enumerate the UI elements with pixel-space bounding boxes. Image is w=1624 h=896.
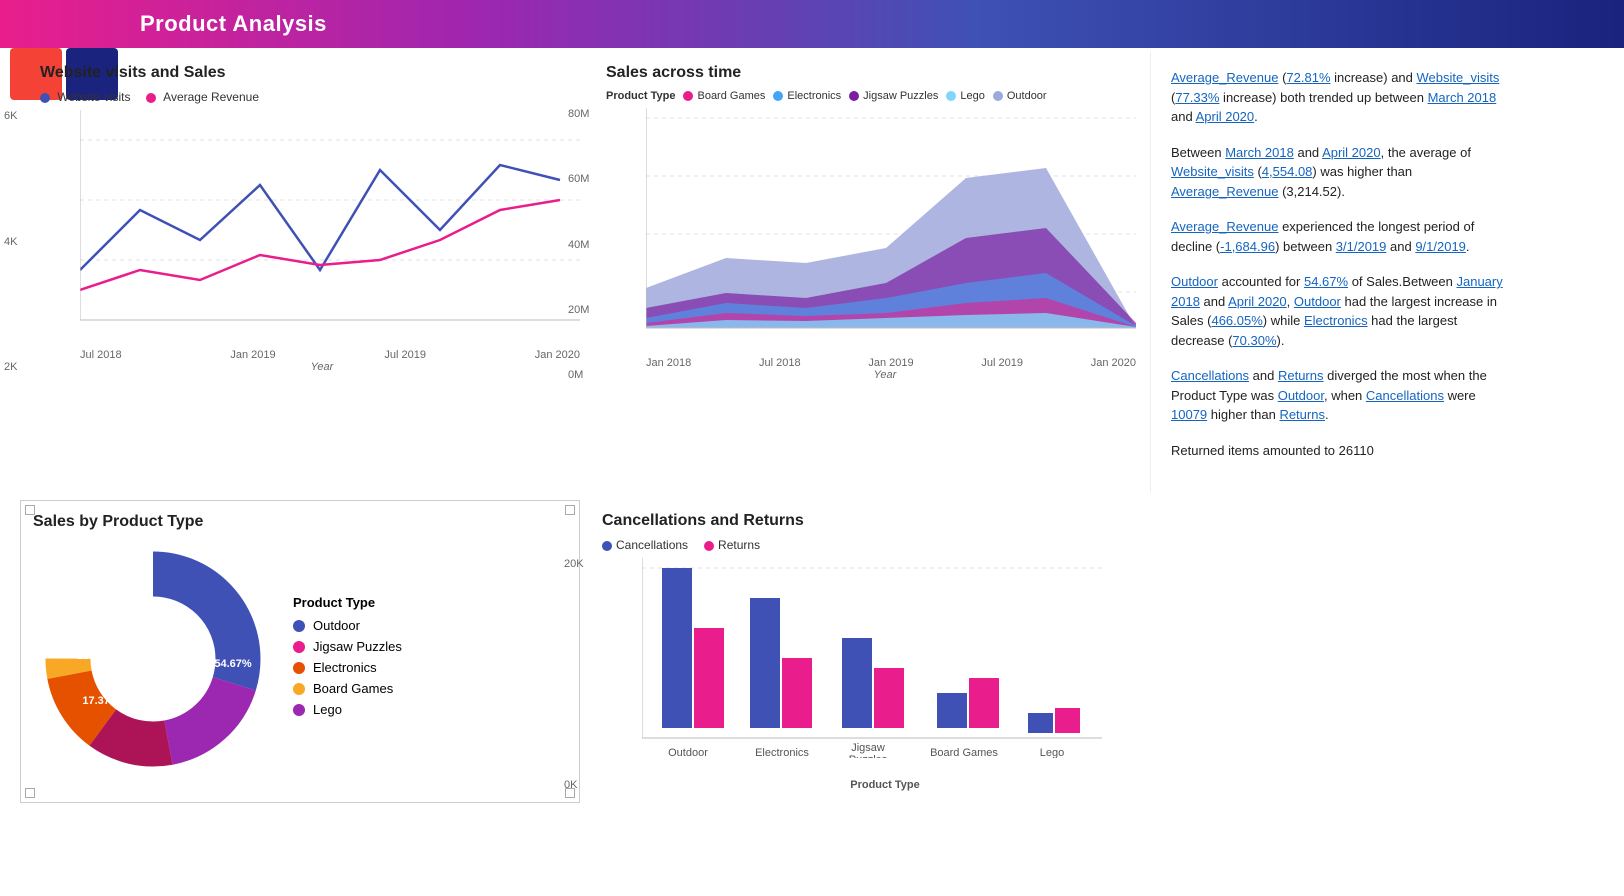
cancellations-panel: Cancellations and Returns Cancellations … bbox=[590, 500, 1140, 803]
insight-link[interactable]: Cancellations bbox=[1171, 368, 1249, 383]
bar-boardgames-return bbox=[969, 678, 999, 728]
svg-text:17.37%: 17.37% bbox=[82, 695, 120, 707]
svg-text:Puzzles: Puzzles bbox=[849, 754, 888, 758]
bar-jigsaw-return bbox=[874, 668, 904, 728]
svg-text:Lego: Lego bbox=[1040, 747, 1064, 758]
insight-link[interactable]: Average_Revenue bbox=[1171, 219, 1278, 234]
bar-outdoor-return bbox=[694, 628, 724, 728]
svg-text:11.96%: 11.96% bbox=[105, 592, 142, 604]
svg-text:Electronics: Electronics bbox=[755, 747, 809, 758]
insight-link[interactable]: 10079 bbox=[1171, 407, 1207, 422]
insight-link[interactable]: 3/1/2019 bbox=[1336, 239, 1387, 254]
avg-revenue-dot bbox=[146, 93, 156, 103]
donut-container: 54.67% 17.37% 12.98% 11.96% Product Type… bbox=[33, 539, 567, 779]
insight-link[interactable]: Returns bbox=[1279, 407, 1325, 422]
svg-text:Jigsaw: Jigsaw bbox=[851, 742, 885, 754]
cancellations-chart-svg: Outdoor Electronics Jigsaw Puzzles Board… bbox=[642, 558, 1102, 758]
bar-electronics-return bbox=[782, 658, 812, 728]
insight-link[interactable]: Electronics bbox=[1304, 313, 1368, 328]
insight-link[interactable]: March 2018 bbox=[1225, 145, 1294, 160]
insight-link[interactable]: April 2020 bbox=[1322, 145, 1381, 160]
avg-revenue-legend-item: Average Revenue bbox=[146, 90, 259, 104]
website-visits-dot bbox=[40, 93, 50, 103]
insight-link[interactable]: 466.05% bbox=[1211, 313, 1262, 328]
product-type-chart-title: Sales by Product Type bbox=[33, 513, 567, 531]
visits-chart-svg bbox=[80, 110, 580, 340]
insight-link[interactable]: 70.30% bbox=[1232, 333, 1276, 348]
cancellations-title: Cancellations and Returns bbox=[602, 512, 1128, 530]
resize-handle-tl[interactable] bbox=[25, 505, 35, 515]
insight-link[interactable]: Cancellations bbox=[1366, 388, 1444, 403]
website-visits-panel: Website visits and Sales Website visits … bbox=[20, 52, 580, 492]
insights-panel: Average_Revenue (72.81% increase) and We… bbox=[1150, 52, 1530, 492]
insight-link[interactable]: April 2020 bbox=[1196, 109, 1255, 124]
product-type-panel: Sales by Product Type bbox=[20, 500, 580, 803]
sales-time-title: Sales across time bbox=[606, 64, 1124, 82]
legend-jigsaw: Jigsaw Puzzles bbox=[293, 639, 402, 654]
sales-time-y-labels: 80M 60M 40M 20M 0M bbox=[568, 108, 589, 381]
insight-link[interactable]: Outdoor bbox=[1171, 274, 1218, 289]
header: Product Analysis bbox=[0, 0, 1624, 48]
svg-text:Outdoor: Outdoor bbox=[668, 747, 708, 758]
donut-chart-svg: 54.67% 17.37% 12.98% 11.96% bbox=[33, 539, 273, 779]
insight-link[interactable]: March 2018 bbox=[1428, 90, 1497, 105]
insight-link[interactable]: Website_visits bbox=[1171, 164, 1254, 179]
legend-outdoor: Outdoor bbox=[293, 618, 402, 633]
insight-link[interactable]: -1,684.96 bbox=[1220, 239, 1275, 254]
website-visits-label: Website visits bbox=[57, 90, 130, 104]
cancel-y-labels: 20K 0K bbox=[564, 558, 584, 791]
avg-revenue-label: Average Revenue bbox=[163, 90, 259, 104]
insight-link[interactable]: Outdoor bbox=[1278, 388, 1324, 403]
bar-lego-cancel bbox=[1028, 713, 1053, 733]
resize-handle-tr[interactable] bbox=[565, 505, 575, 515]
sales-time-legend: Product Type Board Games Electronics Jig… bbox=[606, 90, 1124, 102]
bar-outdoor-cancel bbox=[662, 568, 692, 728]
legend-board-games: Board Games bbox=[293, 681, 402, 696]
visits-x-axis-title: Year bbox=[80, 361, 564, 373]
sales-time-chart-svg bbox=[646, 108, 1136, 348]
legend-electronics: Electronics bbox=[293, 660, 402, 675]
insight-link[interactable]: Average_Revenue bbox=[1171, 184, 1278, 199]
bar-lego-return bbox=[1055, 708, 1080, 733]
insight-link[interactable]: Returns bbox=[1278, 368, 1324, 383]
visits-legend: Website visits Average Revenue bbox=[40, 90, 564, 104]
visits-y-labels: 6K 4K 2K bbox=[4, 110, 17, 373]
cancel-legend: Cancellations Returns bbox=[602, 538, 1128, 552]
insight-link[interactable]: 9/1/2019 bbox=[1415, 239, 1466, 254]
svg-text:12.98%: 12.98% bbox=[76, 650, 114, 662]
insight-link[interactable]: 4,554.08 bbox=[1262, 164, 1313, 179]
sales-time-x-axis-title: Year bbox=[646, 369, 1124, 381]
insight-link[interactable]: April 2020 bbox=[1228, 294, 1287, 309]
bar-electronics-cancel bbox=[750, 598, 780, 728]
bar-jigsaw-cancel bbox=[842, 638, 872, 728]
insight-link[interactable]: 54.67% bbox=[1304, 274, 1348, 289]
product-type-label: Product Type bbox=[606, 90, 675, 102]
svg-text:Board Games: Board Games bbox=[930, 747, 998, 758]
insights-text: Average_Revenue (72.81% increase) and We… bbox=[1171, 68, 1510, 460]
website-visits-legend-item: Website visits bbox=[40, 90, 130, 104]
svg-text:54.67%: 54.67% bbox=[214, 658, 252, 670]
product-type-legend: Product Type Outdoor Jigsaw Puzzles Elec… bbox=[293, 595, 402, 723]
legend-title: Product Type bbox=[293, 595, 402, 610]
sales-time-panel: Sales across time Product Type Board Gam… bbox=[590, 52, 1140, 492]
insight-link[interactable]: 72.81% bbox=[1286, 70, 1330, 85]
insight-link[interactable]: Outdoor bbox=[1294, 294, 1341, 309]
legend-lego: Lego bbox=[293, 702, 402, 717]
resize-handle-bl[interactable] bbox=[25, 788, 35, 798]
cancel-x-axis-title: Product Type bbox=[642, 779, 1128, 791]
page-title: Product Analysis bbox=[140, 11, 327, 37]
visits-chart-title: Website visits and Sales bbox=[40, 64, 564, 82]
insight-link[interactable]: Website_visits bbox=[1417, 70, 1500, 85]
insight-link[interactable]: Average_Revenue bbox=[1171, 70, 1278, 85]
bar-boardgames-cancel bbox=[937, 693, 967, 728]
insight-link[interactable]: 77.33% bbox=[1175, 90, 1219, 105]
